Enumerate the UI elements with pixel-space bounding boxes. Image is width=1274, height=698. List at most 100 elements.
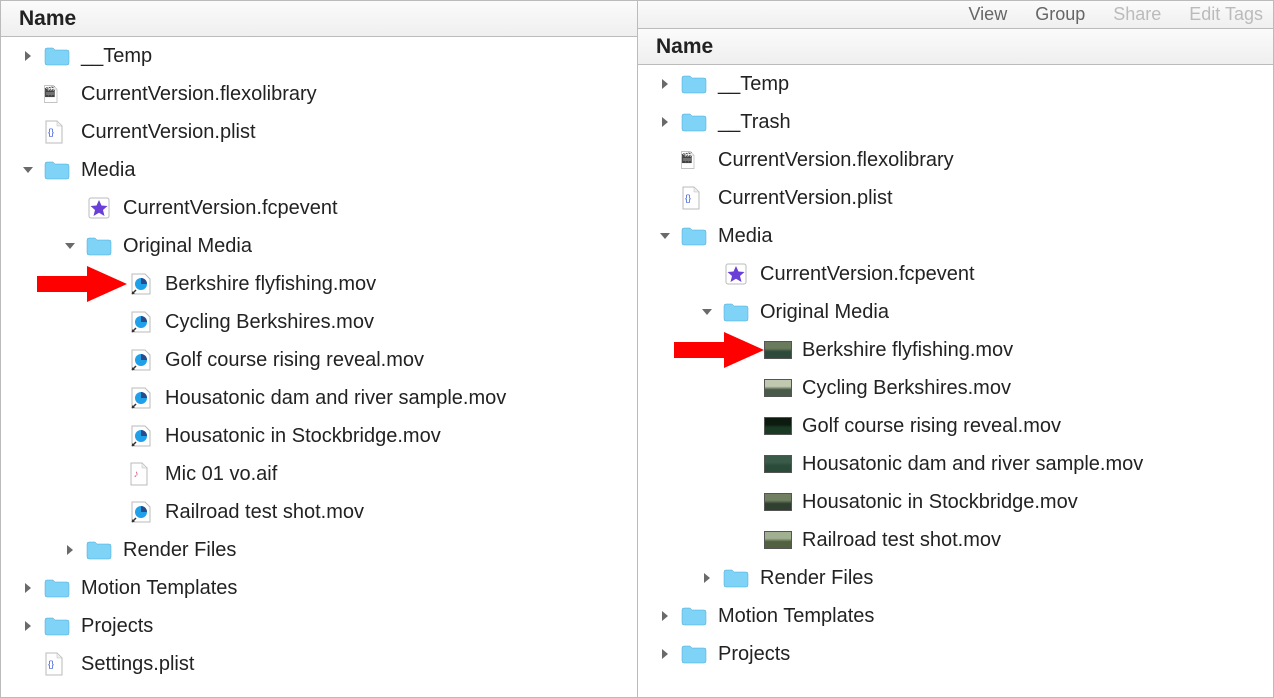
folder-icon (43, 577, 71, 599)
flexolibrary-icon: 🎬 (43, 83, 71, 105)
disclosure-triangle-icon[interactable] (656, 113, 674, 131)
tree-row[interactable]: Housatonic in Stockbridge.mov (638, 483, 1273, 521)
tree-row-label: Projects (718, 643, 790, 666)
disclosure-triangle-icon[interactable] (19, 161, 37, 179)
tree-row[interactable]: Media (1, 151, 637, 189)
annotation-arrow (674, 332, 764, 368)
tree-row[interactable]: Railroad test shot.mov (1, 493, 637, 531)
tree-row[interactable]: __Trash (638, 103, 1273, 141)
tree-row-label: Mic 01 vo.aif (165, 463, 277, 486)
tree-row-label: Media (718, 225, 772, 248)
tree-row[interactable]: Motion Templates (1, 569, 637, 607)
tree-row-label: Media (81, 159, 135, 182)
tree-left[interactable]: __Temp 🎬 CurrentVersion.flexolibrary {}Curr… (1, 37, 637, 697)
disclosure-triangle-icon[interactable] (61, 237, 79, 255)
disclosure-triangle-icon[interactable] (656, 227, 674, 245)
disclosure-triangle-icon[interactable] (698, 569, 716, 587)
tree-row[interactable]: Media (638, 217, 1273, 255)
tree-row-label: Berkshire flyfishing.mov (165, 273, 376, 296)
tree-row[interactable]: __Temp (638, 65, 1273, 103)
tree-row-label: Motion Templates (718, 605, 874, 628)
tree-row-label: Original Media (123, 235, 252, 258)
tree-row[interactable]: {}CurrentVersion.plist (1, 113, 637, 151)
folder-icon (85, 235, 113, 257)
folder-icon (680, 643, 708, 665)
toolbar-view[interactable]: View (969, 4, 1008, 25)
video-thumbnail-icon (764, 339, 792, 361)
column-header[interactable]: Name (1, 1, 637, 37)
tree-row-label: __Temp (81, 45, 152, 68)
toolbar-group[interactable]: Group (1035, 4, 1085, 25)
column-header-name: Name (19, 7, 76, 31)
tree-row[interactable]: Housatonic in Stockbridge.mov (1, 417, 637, 455)
tree-row[interactable]: {}Settings.plist (1, 645, 637, 683)
tree-row[interactable]: CurrentVersion.fcpevent (638, 255, 1273, 293)
tree-row[interactable]: Golf course rising reveal.mov (638, 407, 1273, 445)
tree-row[interactable]: Cycling Berkshires.mov (638, 369, 1273, 407)
tree-row-label: Original Media (760, 301, 889, 324)
tree-row[interactable]: Motion Templates (638, 597, 1273, 635)
tree-row[interactable]: Cycling Berkshires.mov (1, 303, 637, 341)
tree-right[interactable]: __Temp __Trash 🎬CurrentVersion.flexolibrar… (638, 65, 1273, 697)
tree-row[interactable]: {}CurrentVersion.plist (638, 179, 1273, 217)
folder-icon (680, 605, 708, 627)
tree-row[interactable]: Original Media (1, 227, 637, 265)
tree-row[interactable]: 🎬CurrentVersion.flexolibrary (638, 141, 1273, 179)
tree-row-label: Housatonic in Stockbridge.mov (802, 491, 1078, 514)
toolbar-share[interactable]: Share (1113, 4, 1161, 25)
folder-icon (680, 111, 708, 133)
tree-row[interactable]: ♪Mic 01 vo.aif (1, 455, 637, 493)
tree-row-label: Projects (81, 615, 153, 638)
fcpevent-icon (85, 197, 113, 219)
video-thumbnail-icon (764, 491, 792, 513)
annotation-arrow (37, 266, 127, 302)
disclosure-triangle-icon[interactable] (656, 607, 674, 625)
tree-row-label: Golf course rising reveal.mov (165, 349, 424, 372)
tree-row[interactable]: Render Files (1, 531, 637, 569)
disclosure-triangle-icon[interactable] (61, 541, 79, 559)
folder-icon (43, 45, 71, 67)
tree-row[interactable]: Housatonic dam and river sample.mov (638, 445, 1273, 483)
toolbar-edit-tags[interactable]: Edit Tags (1189, 4, 1263, 25)
tree-row-label: Golf course rising reveal.mov (802, 415, 1061, 438)
tree-row-label: Render Files (123, 539, 236, 562)
disclosure-triangle-icon[interactable] (656, 645, 674, 663)
tree-row[interactable]: Housatonic dam and river sample.mov (1, 379, 637, 417)
tree-row-label: CurrentVersion.flexolibrary (718, 149, 954, 172)
fcpevent-icon (722, 263, 750, 285)
tree-row-label: CurrentVersion.fcpevent (760, 263, 975, 286)
tree-row[interactable]: Golf course rising reveal.mov (1, 341, 637, 379)
tree-row[interactable]: __Temp (1, 37, 637, 75)
disclosure-triangle-icon[interactable] (19, 617, 37, 635)
tree-row[interactable]: Railroad test shot.mov (638, 521, 1273, 559)
disclosure-triangle-icon[interactable] (698, 303, 716, 321)
tree-row-label: Motion Templates (81, 577, 237, 600)
column-header[interactable]: Name (638, 29, 1273, 65)
folder-icon (722, 301, 750, 323)
tree-row[interactable]: Projects (1, 607, 637, 645)
tree-row[interactable]: CurrentVersion.fcpevent (1, 189, 637, 227)
disclosure-triangle-icon[interactable] (19, 579, 37, 597)
tree-row[interactable]: Berkshire flyfishing.mov (638, 331, 1273, 369)
quicktime-alias-icon (127, 387, 155, 409)
pane-left: Name __Temp 🎬 CurrentVersion.flexolibrary {… (0, 0, 637, 698)
quicktime-alias-icon (127, 311, 155, 333)
tree-row-label: __Trash (718, 111, 791, 134)
tree-row[interactable]: Projects (638, 635, 1273, 673)
tree-row[interactable]: Render Files (638, 559, 1273, 597)
quicktime-alias-icon (127, 349, 155, 371)
tree-row-label: CurrentVersion.flexolibrary (81, 83, 317, 106)
tree-row[interactable]: Original Media (638, 293, 1273, 331)
tree-row-label: Housatonic dam and river sample.mov (802, 453, 1143, 476)
quicktime-alias-icon (127, 273, 155, 295)
tree-row-label: Housatonic dam and river sample.mov (165, 387, 506, 410)
folder-icon (85, 539, 113, 561)
tree-row-label: Cycling Berkshires.mov (165, 311, 374, 334)
plist-icon: {} (680, 187, 708, 209)
disclosure-triangle-icon[interactable] (656, 75, 674, 93)
disclosure-triangle-icon[interactable] (19, 47, 37, 65)
tree-row[interactable]: 🎬 CurrentVersion.flexolibrary (1, 75, 637, 113)
tree-row-label: Railroad test shot.mov (802, 529, 1001, 552)
folder-icon (680, 73, 708, 95)
tree-row[interactable]: Berkshire flyfishing.mov (1, 265, 637, 303)
